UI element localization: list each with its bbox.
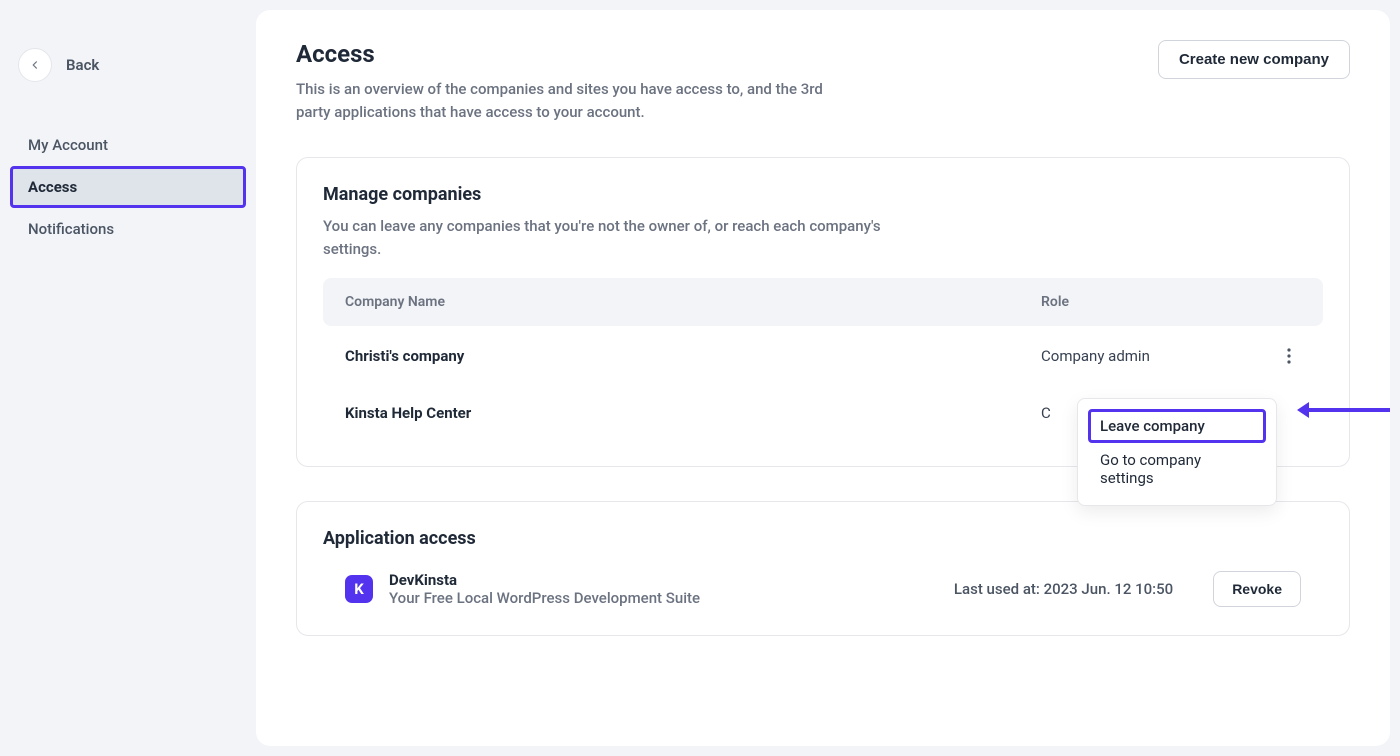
- panel-title: Manage companies: [323, 184, 1323, 205]
- menu-item-leave-company[interactable]: Leave company: [1088, 409, 1266, 443]
- company-name: Christi's company: [345, 347, 1041, 365]
- revoke-button[interactable]: Revoke: [1213, 571, 1301, 607]
- app-desc: Your Free Local WordPress Development Su…: [389, 589, 938, 607]
- sidebar-item-label: Notifications: [28, 220, 114, 238]
- company-name: Kinsta Help Center: [345, 404, 1041, 422]
- app-icon: K: [345, 575, 373, 603]
- sidebar-item-my-account[interactable]: My Account: [10, 124, 246, 166]
- sidebar-item-label: Access: [28, 178, 77, 196]
- company-role: C: [1041, 404, 1051, 422]
- back-arrow-icon: [18, 48, 52, 82]
- app-last-used: Last used at: 2023 Jun. 12 10:50: [954, 580, 1173, 598]
- back-button[interactable]: Back: [10, 48, 246, 82]
- company-role: Company admin: [1041, 347, 1150, 365]
- manage-companies-panel: Manage companies You can leave any compa…: [296, 157, 1350, 467]
- sidebar-item-access[interactable]: Access: [10, 166, 246, 208]
- table-row: Christi's company Company admin: [323, 326, 1323, 386]
- panel-title: Application access: [323, 528, 1323, 549]
- table-header: Company Name Role: [323, 278, 1323, 326]
- create-company-button[interactable]: Create new company: [1158, 40, 1350, 79]
- sidebar-item-label: My Account: [28, 136, 108, 154]
- main-content: Access This is an overview of the compan…: [256, 0, 1400, 756]
- back-label: Back: [66, 56, 99, 74]
- application-access-panel: Application access K DevKinsta Your Free…: [296, 501, 1350, 636]
- page-title: Access: [296, 40, 856, 68]
- row-actions-button[interactable]: [1277, 344, 1301, 368]
- companies-table: Company Name Role Christi's company Comp…: [323, 278, 1323, 440]
- row-actions-menu: Leave company Go to company settings: [1077, 398, 1277, 506]
- menu-item-company-settings[interactable]: Go to company settings: [1088, 443, 1266, 495]
- page-subtitle: This is an overview of the companies and…: [296, 78, 856, 123]
- app-row: K DevKinsta Your Free Local WordPress De…: [323, 559, 1323, 609]
- annotation-arrow-icon: [1307, 408, 1390, 412]
- panel-desc: You can leave any companies that you're …: [323, 215, 883, 260]
- sidebar: Back My Account Access Notifications: [0, 0, 256, 756]
- app-icon-letter: K: [354, 580, 364, 598]
- app-name: DevKinsta: [389, 571, 938, 589]
- kebab-icon: [1287, 348, 1291, 364]
- col-header-name: Company Name: [345, 294, 1041, 310]
- col-header-role: Role: [1041, 294, 1301, 310]
- sidebar-item-notifications[interactable]: Notifications: [10, 208, 246, 250]
